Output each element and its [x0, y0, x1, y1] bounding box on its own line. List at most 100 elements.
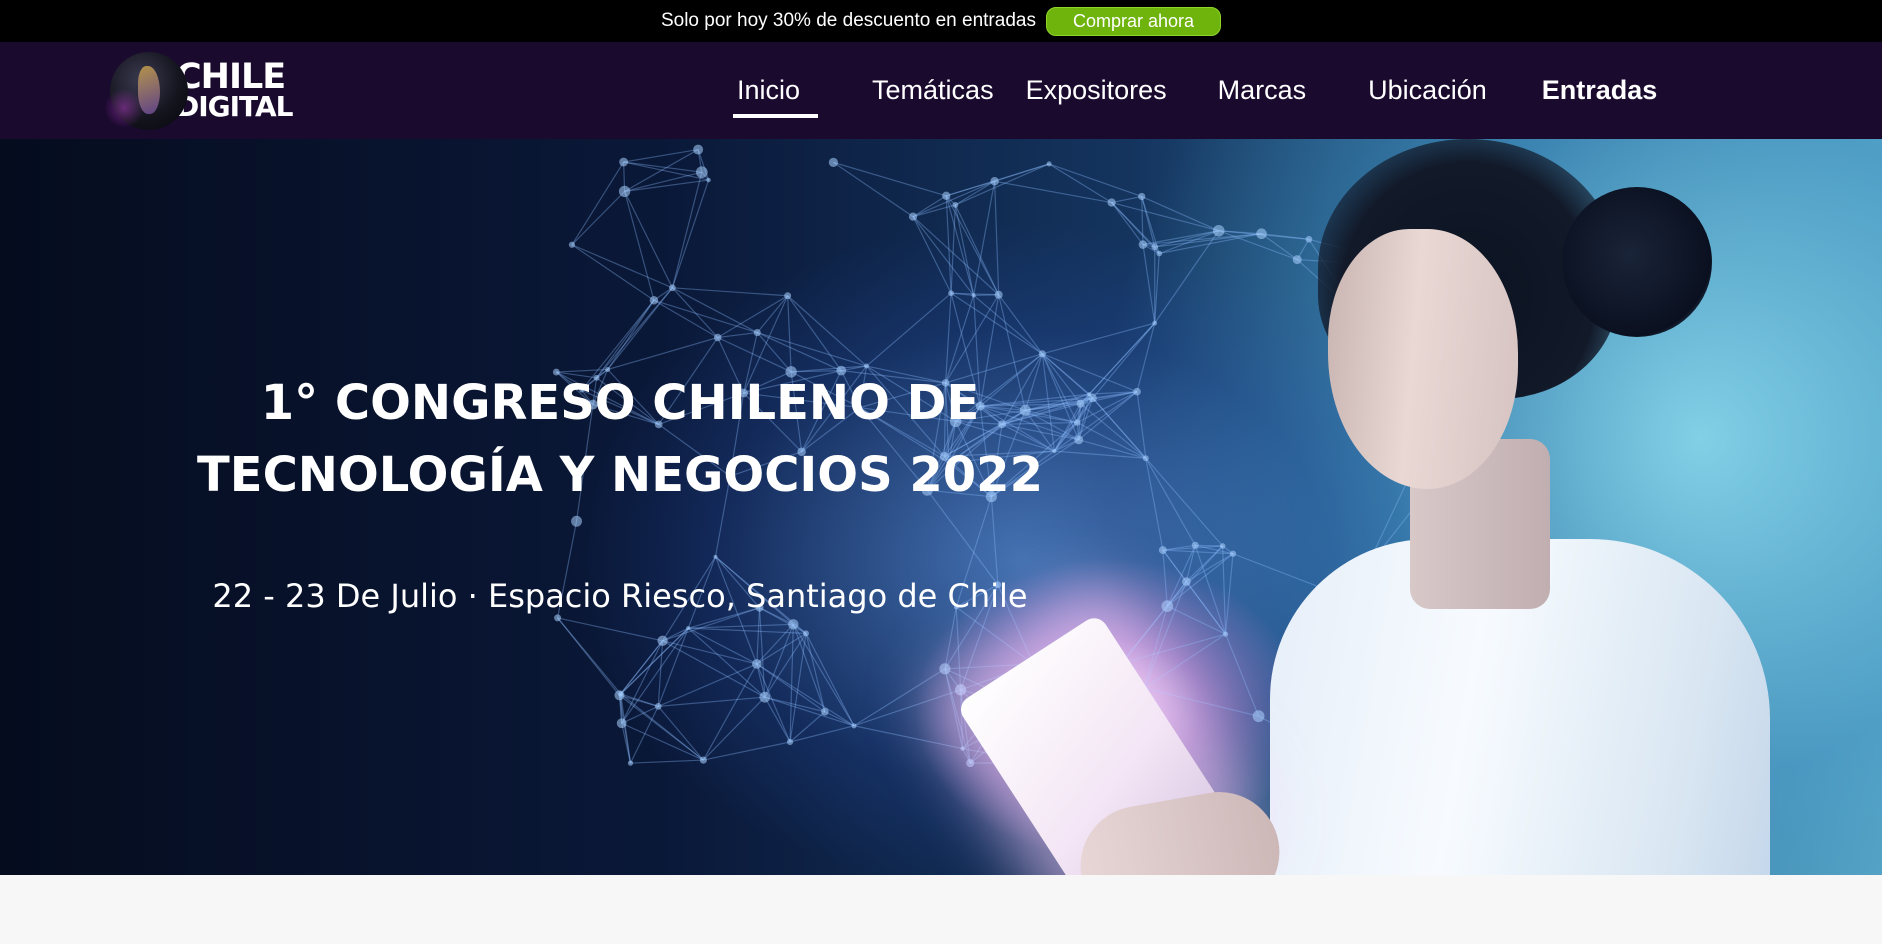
network-node: [990, 177, 999, 186]
globe-logo-icon: [104, 52, 188, 130]
network-node: [618, 185, 631, 198]
network-node: [1256, 228, 1267, 240]
network-node: [1191, 541, 1199, 549]
network-node: [1229, 550, 1237, 557]
nav-item-ubicacion[interactable]: Ubicación: [1368, 75, 1487, 106]
logo[interactable]: CHILE DIGITAL: [104, 50, 293, 132]
network-line: [618, 640, 664, 696]
network-node: [669, 284, 676, 292]
network-line: [994, 181, 1000, 295]
nav-item-marcas[interactable]: Marcas: [1218, 75, 1307, 106]
network-line: [1195, 544, 1223, 547]
network-node: [1107, 198, 1116, 207]
network-node: [759, 691, 771, 703]
network-line: [1076, 421, 1147, 459]
network-node: [784, 292, 792, 300]
network-line: [1224, 553, 1234, 635]
network-line: [973, 181, 996, 296]
network-node: [1038, 350, 1046, 358]
network-node: [568, 241, 576, 248]
network-line: [1145, 457, 1196, 546]
network-node: [713, 333, 722, 342]
logo-text: CHILE DIGITAL: [176, 57, 293, 124]
hero-subtitle: 22 - 23 De Julio · Espacio Riesco, Santi…: [212, 577, 1028, 615]
network-line: [1185, 545, 1196, 582]
network-node: [994, 290, 1003, 299]
network-line: [945, 195, 1000, 296]
network-line: [833, 161, 914, 218]
promo-bar: Solo por hoy 30% de descuento en entrada…: [0, 0, 1882, 42]
network-node: [1161, 600, 1174, 612]
network-line: [853, 689, 961, 727]
network-node: [1219, 543, 1226, 549]
network-node: [960, 746, 965, 751]
network-line: [757, 331, 867, 367]
network-line: [657, 705, 704, 761]
network-line: [1143, 581, 1187, 689]
network-line: [912, 216, 975, 296]
network-line: [702, 696, 766, 761]
network-line: [624, 179, 709, 192]
network-line: [596, 287, 673, 379]
network-line: [671, 287, 719, 338]
network-line: [671, 179, 710, 288]
network-line: [955, 163, 1050, 206]
network-node: [693, 144, 704, 155]
network-line: [1166, 545, 1224, 607]
network-node: [954, 684, 967, 696]
network-line: [950, 204, 956, 294]
network-node: [695, 166, 708, 179]
logo-text-line2: DIGITAL: [176, 90, 293, 124]
network-line: [607, 336, 718, 371]
network-line: [1166, 545, 1196, 607]
network-line: [1121, 581, 1187, 664]
buy-now-button[interactable]: Comprar ahora: [1045, 6, 1222, 36]
network-node: [942, 191, 951, 200]
network-line: [1162, 550, 1168, 607]
network-node: [1087, 392, 1092, 397]
network-line: [787, 295, 792, 372]
network-node: [1138, 192, 1146, 201]
network-node: [616, 718, 627, 729]
network-node: [802, 630, 809, 637]
network-line: [662, 640, 757, 665]
network-line: [1088, 393, 1147, 459]
network-line: [1145, 457, 1224, 547]
network-line: [630, 759, 704, 764]
network-node: [554, 614, 562, 622]
network-node: [851, 723, 857, 729]
network-node: [627, 760, 634, 766]
network-line: [1042, 322, 1155, 355]
network-node: [1212, 224, 1225, 237]
woman-bun-graphic: [1562, 187, 1712, 337]
network-node: [948, 290, 954, 297]
network-line: [607, 299, 655, 370]
network-line: [787, 295, 842, 371]
network-node: [571, 515, 583, 527]
network-node: [1073, 419, 1081, 426]
network-line: [653, 299, 719, 339]
network-line: [619, 627, 689, 696]
site-header: CHILE DIGITAL Inicio Temáticas Expositor…: [0, 42, 1882, 139]
network-node: [1076, 399, 1085, 408]
network-node: [649, 295, 659, 305]
network-node: [1292, 255, 1302, 265]
network-node: [828, 157, 839, 168]
promo-text: Solo por hoy 30% de descuento en entrada…: [660, 10, 1036, 31]
network-line: [703, 741, 791, 761]
network-node: [952, 201, 959, 208]
nav-item-tematicas[interactable]: Temáticas: [872, 75, 994, 106]
network-line: [1048, 163, 1142, 198]
network-line: [787, 295, 867, 367]
nav-item-inicio[interactable]: Inicio: [732, 75, 819, 118]
network-line: [671, 172, 703, 288]
network-line: [853, 725, 963, 750]
logo-text-line1: CHILE: [176, 57, 286, 98]
nav-item-entradas[interactable]: Entradas: [1542, 75, 1658, 106]
network-line: [618, 695, 632, 764]
nav-item-expositores[interactable]: Expositores: [1026, 75, 1167, 106]
network-node: [1046, 161, 1052, 167]
network-line: [1141, 196, 1144, 245]
network-line: [624, 191, 673, 289]
network-line: [954, 204, 975, 296]
